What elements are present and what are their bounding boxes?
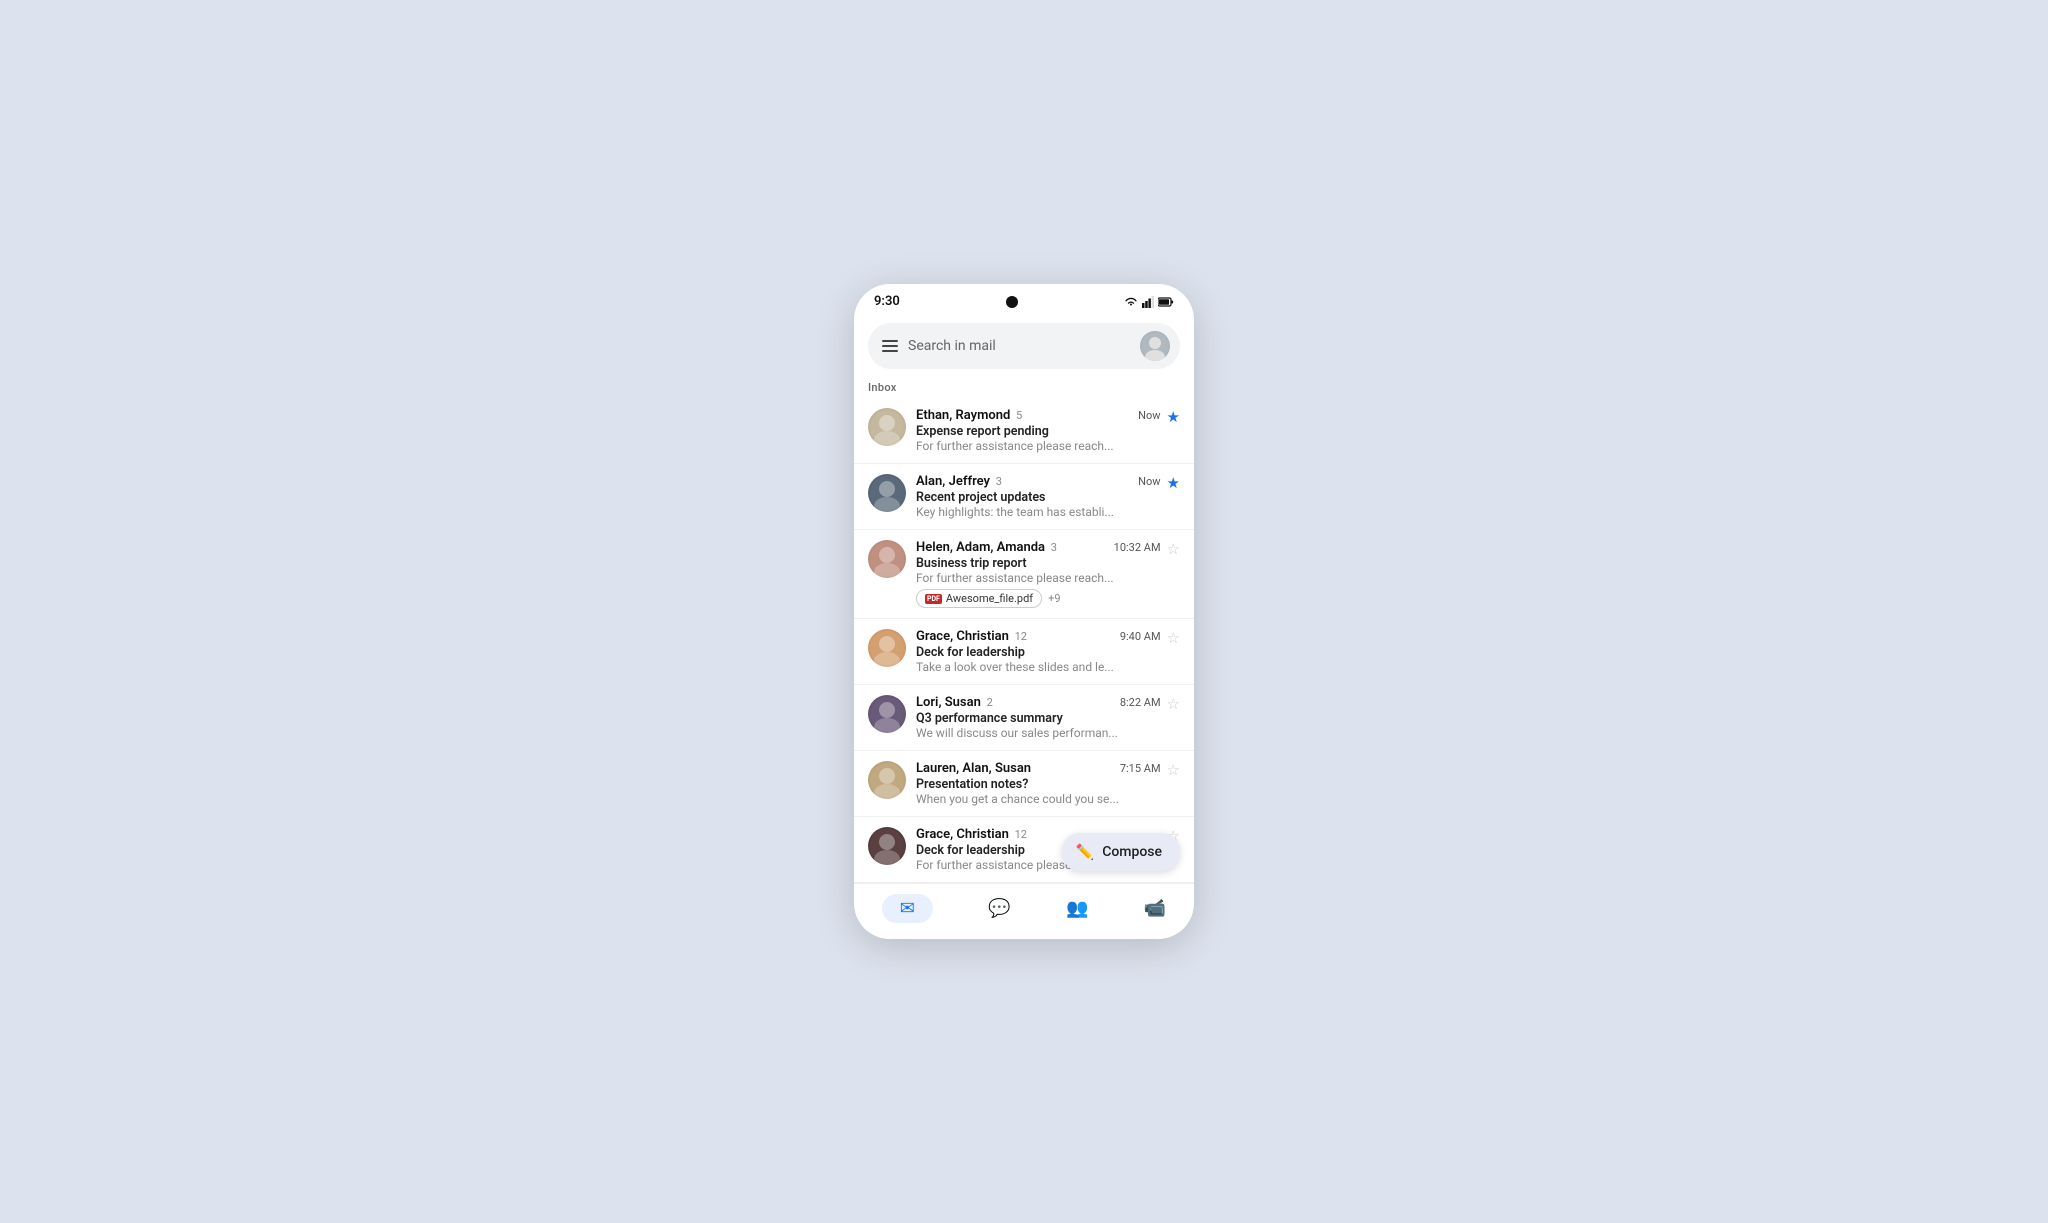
- email-body: Lori, Susan 2 8:22 AM Q3 performance summa…: [916, 695, 1161, 740]
- search-input[interactable]: Search in mail: [908, 338, 1130, 354]
- email-item[interactable]: Helen, Adam, Amanda 3 10:32 AM Business tr…: [854, 530, 1194, 619]
- email-avatar: [868, 629, 906, 667]
- email-sender: Lauren, Alan, Susan: [916, 761, 1112, 776]
- email-time: 7:15 AM: [1120, 762, 1161, 775]
- email-item[interactable]: Grace, Christian 12 9:40 AM Deck for leade…: [854, 619, 1194, 685]
- email-sender: Alan, Jeffrey 3: [916, 474, 1130, 489]
- email-avatar: [868, 827, 906, 865]
- email-preview: For further assistance please reach...: [916, 439, 1161, 453]
- email-preview: When you get a chance could you se...: [916, 792, 1161, 806]
- email-avatar: [868, 695, 906, 733]
- star-icon[interactable]: ☆: [1167, 763, 1180, 778]
- compose-label: Compose: [1102, 844, 1162, 860]
- email-body: Alan, Jeffrey 3 Now Recent project updates…: [916, 474, 1161, 519]
- email-preview: We will discuss our sales performan...: [916, 726, 1161, 740]
- email-subject: Deck for leadership: [916, 645, 1161, 660]
- email-sender: Lori, Susan 2: [916, 695, 1112, 710]
- spaces-tab[interactable]: 👥: [1066, 898, 1088, 919]
- battery-icon: [1158, 297, 1174, 307]
- pencil-icon: ✏️: [1076, 843, 1095, 861]
- search-bar[interactable]: Search in mail: [868, 323, 1180, 369]
- email-count: 3: [993, 475, 1002, 488]
- bottom-nav: ✉ 💬 👥 📹: [854, 883, 1194, 939]
- email-body: Ethan, Raymond 5 Now Expense report pendin…: [916, 408, 1161, 453]
- email-time: 9:40 AM: [1120, 630, 1161, 643]
- email-right: ☆: [1167, 761, 1180, 778]
- camera-dot: [1006, 296, 1018, 308]
- email-right: ☆: [1167, 629, 1180, 646]
- email-preview: Key highlights: the team has establi...: [916, 505, 1161, 519]
- mail-tab-glyph: ✉: [900, 898, 915, 919]
- chat-tab[interactable]: 💬: [988, 898, 1010, 919]
- signal-icon: [1142, 296, 1154, 308]
- email-item[interactable]: Alan, Jeffrey 3 Now Recent project updates…: [854, 464, 1194, 530]
- email-count: 5: [1013, 409, 1022, 422]
- email-count: 12: [1012, 630, 1027, 643]
- email-avatar: [868, 474, 906, 512]
- email-avatar: [868, 761, 906, 799]
- email-right: ☆: [1167, 540, 1180, 557]
- email-avatar: [868, 540, 906, 578]
- star-icon[interactable]: ☆: [1167, 542, 1180, 557]
- email-count: 2: [984, 696, 993, 709]
- meet-tab-icon: 📹: [1144, 898, 1166, 919]
- meet-tab[interactable]: 📹: [1144, 898, 1166, 919]
- email-count: 12: [1012, 828, 1027, 841]
- status-icons: [1124, 296, 1174, 308]
- inbox-label: Inbox: [854, 373, 1194, 398]
- email-subject: Presentation notes?: [916, 777, 1161, 792]
- attachment-row: PDF Awesome_file.pdf +9: [916, 589, 1161, 608]
- email-subject: Recent project updates: [916, 490, 1161, 505]
- email-subject: Q3 performance summary: [916, 711, 1161, 726]
- email-sender: Grace, Christian 12: [916, 629, 1112, 644]
- email-item[interactable]: Lori, Susan 2 8:22 AM Q3 performance summa…: [854, 685, 1194, 751]
- email-right: ★: [1167, 474, 1180, 491]
- wifi-icon: [1124, 297, 1138, 307]
- email-subject: Expense report pending: [916, 424, 1161, 439]
- email-list: Ethan, Raymond 5 Now Expense report pendin…: [854, 398, 1194, 883]
- email-subject: Business trip report: [916, 556, 1161, 571]
- meet-tab-glyph: 📹: [1144, 898, 1166, 919]
- user-avatar[interactable]: [1140, 331, 1170, 361]
- pdf-badge: PDF: [925, 594, 942, 604]
- email-sender: Ethan, Raymond 5: [916, 408, 1130, 423]
- email-preview: For further assistance please reach...: [916, 571, 1161, 585]
- compose-button[interactable]: ✏️ Compose: [1062, 833, 1180, 871]
- star-icon[interactable]: ★: [1167, 410, 1180, 425]
- star-icon[interactable]: ★: [1167, 476, 1180, 491]
- attachment-chip[interactable]: PDF Awesome_file.pdf: [916, 589, 1042, 608]
- attachment-name: Awesome_file.pdf: [946, 592, 1033, 605]
- email-time: Now: [1138, 475, 1160, 488]
- email-time: Now: [1138, 409, 1160, 422]
- mail-tab-icon: ✉: [882, 894, 933, 923]
- email-item[interactable]: Lauren, Alan, Susan 7:15 AM Presentation n…: [854, 751, 1194, 817]
- extra-attachments: +9: [1048, 592, 1060, 605]
- email-preview: Take a look over these slides and le...: [916, 660, 1161, 674]
- email-sender: Helen, Adam, Amanda 3: [916, 540, 1106, 555]
- email-count: 3: [1048, 541, 1057, 554]
- chat-tab-icon: 💬: [988, 898, 1010, 919]
- status-bar: 9:30: [854, 284, 1194, 315]
- email-avatar: [868, 408, 906, 446]
- spaces-tab-glyph: 👥: [1066, 898, 1088, 919]
- email-time: 10:32 AM: [1114, 541, 1161, 554]
- email-time: 8:22 AM: [1120, 696, 1161, 709]
- spaces-tab-icon: 👥: [1066, 898, 1088, 919]
- email-body: Grace, Christian 12 9:40 AM Deck for leade…: [916, 629, 1161, 674]
- mail-tab[interactable]: ✉: [882, 894, 933, 923]
- star-icon[interactable]: ☆: [1167, 631, 1180, 646]
- email-item[interactable]: Ethan, Raymond 5 Now Expense report pendin…: [854, 398, 1194, 464]
- email-body: Helen, Adam, Amanda 3 10:32 AM Business tr…: [916, 540, 1161, 608]
- chat-tab-glyph: 💬: [988, 898, 1010, 919]
- email-right: ☆: [1167, 695, 1180, 712]
- menu-icon[interactable]: [882, 340, 898, 352]
- email-right: ★: [1167, 408, 1180, 425]
- status-time: 9:30: [874, 294, 900, 309]
- star-icon[interactable]: ☆: [1167, 697, 1180, 712]
- email-body: Lauren, Alan, Susan 7:15 AM Presentation n…: [916, 761, 1161, 806]
